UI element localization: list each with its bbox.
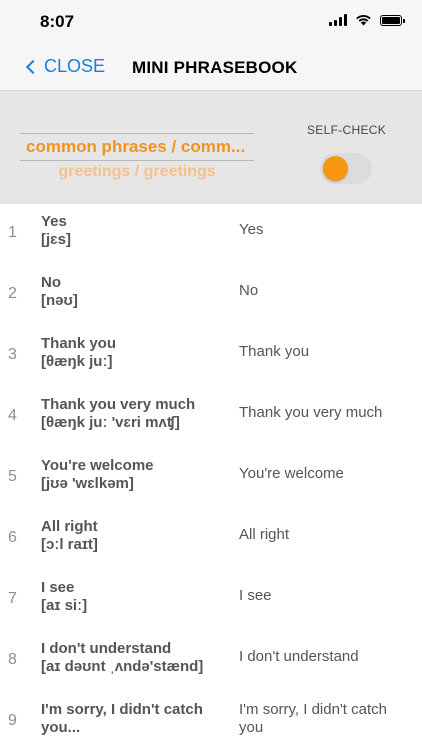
- phrase-text: You're welcome: [41, 457, 154, 474]
- phrase-cell: I'm sorry, I didn't catch you...: [41, 701, 226, 737]
- phrase-cell: All right [ɔːl raɪt]: [41, 518, 226, 554]
- picker-divider: [20, 133, 254, 134]
- phrase-transcription: [jʊə 'wɛlkəm]: [41, 475, 134, 492]
- row-number: 1: [8, 224, 17, 241]
- list-item[interactable]: 3 Thank you [θæŋk juː] Thank you: [0, 326, 422, 387]
- control-panel: common phrases / comm... greetings / gre…: [0, 91, 422, 204]
- wifi-icon: [356, 15, 371, 26]
- row-number: 2: [8, 285, 17, 302]
- translation-text: Thank you: [239, 343, 310, 360]
- translation-text: Yes: [239, 221, 264, 238]
- phrase-cell: You're welcome [jʊə 'wɛlkəm]: [41, 457, 226, 493]
- list-item[interactable]: 7 I see [aɪ siː] I see: [0, 570, 422, 631]
- phrase-transcription: [aɪ siː]: [41, 597, 88, 614]
- self-check-toggle[interactable]: [320, 153, 372, 184]
- row-number: 4: [8, 407, 17, 424]
- phrase-transcription: [aɪ dəʊnt ˌʌndə'stænd]: [41, 658, 204, 675]
- row-number: 9: [8, 712, 17, 729]
- battery-icon: [380, 14, 405, 26]
- phrase-text: Thank you very much: [41, 396, 196, 413]
- category-picker[interactable]: common phrases / comm... greetings / gre…: [20, 127, 254, 185]
- toggle-knob: [323, 156, 348, 181]
- close-label: CLOSE: [44, 56, 106, 76]
- page-title: MINI PHRASEBOOK: [132, 58, 298, 77]
- close-button[interactable]: CLOSE: [25, 56, 106, 77]
- list-item[interactable]: 6 All right [ɔːl raɪt] All right: [0, 509, 422, 570]
- list-item[interactable]: 5 You're welcome [jʊə 'wɛlkəm] You're we…: [0, 448, 422, 509]
- row-number: 5: [8, 468, 17, 485]
- phrase-transcription: [jɛs]: [41, 231, 71, 248]
- row-number: 7: [8, 590, 17, 607]
- list-item[interactable]: 8 I don't understand [aɪ dəʊnt ˌʌndə'stæ…: [0, 631, 422, 692]
- translation-text: You're welcome: [239, 465, 344, 482]
- translation-text: I see: [239, 587, 272, 604]
- row-number: 3: [8, 346, 17, 363]
- phrase-text: I don't understand: [41, 640, 172, 657]
- phrase-cell: I see [aɪ siː]: [41, 579, 226, 615]
- list-item[interactable]: 2 No [nəʊ] No: [0, 265, 422, 326]
- phrase-text: I see: [41, 579, 75, 596]
- translation-text: I'm sorry, I didn't catch you: [239, 701, 387, 736]
- row-number: 6: [8, 529, 17, 546]
- status-bar: 8:07: [0, 0, 422, 44]
- list-item[interactable]: 9 I'm sorry, I didn't catch you... I'm s…: [0, 692, 422, 750]
- navigation-bar: CLOSE MINI PHRASEBOOK: [0, 44, 422, 91]
- phrase-transcription: [nəʊ]: [41, 292, 78, 309]
- phrase-transcription: [θæŋk juː]: [41, 353, 113, 370]
- phrase-list: 1 Yes [jɛs] Yes 2 No [nəʊ] No 3 Thank yo…: [0, 204, 422, 750]
- phrase-cell: I don't understand [aɪ dəʊnt ˌʌndə'stænd…: [41, 640, 226, 676]
- status-icons: [329, 14, 405, 26]
- picker-next-category[interactable]: greetings / greetings: [20, 163, 254, 181]
- phrase-text: Yes: [41, 213, 67, 230]
- phrase-cell: Yes [jɛs]: [41, 213, 226, 249]
- cellular-signal-icon: [329, 14, 347, 26]
- phrase-cell: Thank you [θæŋk juː]: [41, 335, 226, 371]
- picker-next-category[interactable]: ... / ...: [20, 181, 254, 185]
- phrase-cell: No [nəʊ]: [41, 274, 226, 310]
- phrase-text: No: [41, 274, 61, 291]
- phrase-transcription: [θæŋk juː 'vɛri mʌʧ]: [41, 414, 180, 431]
- status-time: 8:07: [40, 12, 75, 31]
- phrase-text: All right: [41, 518, 98, 535]
- list-item[interactable]: 1 Yes [jɛs] Yes: [0, 204, 422, 265]
- translation-text: No: [239, 282, 259, 299]
- phrase-transcription: [ɔːl raɪt]: [41, 536, 98, 553]
- list-item[interactable]: 4 Thank you very much [θæŋk juː 'vɛri mʌ…: [0, 387, 422, 448]
- translation-text: Thank you very much: [239, 404, 383, 421]
- row-number: 8: [8, 651, 17, 668]
- picker-selected-category[interactable]: common phrases / comm...: [26, 137, 245, 157]
- translation-text: I don't understand: [239, 648, 359, 665]
- translation-text: All right: [239, 526, 290, 543]
- picker-divider: [20, 160, 254, 161]
- self-check-label: SELF-CHECK: [307, 123, 387, 137]
- phrase-text: I'm sorry, I didn't catch you...: [41, 701, 203, 736]
- phrase-text: Thank you: [41, 335, 117, 352]
- chevron-left-icon: [25, 59, 41, 75]
- phrase-cell: Thank you very much [θæŋk juː 'vɛri mʌʧ]: [41, 396, 226, 432]
